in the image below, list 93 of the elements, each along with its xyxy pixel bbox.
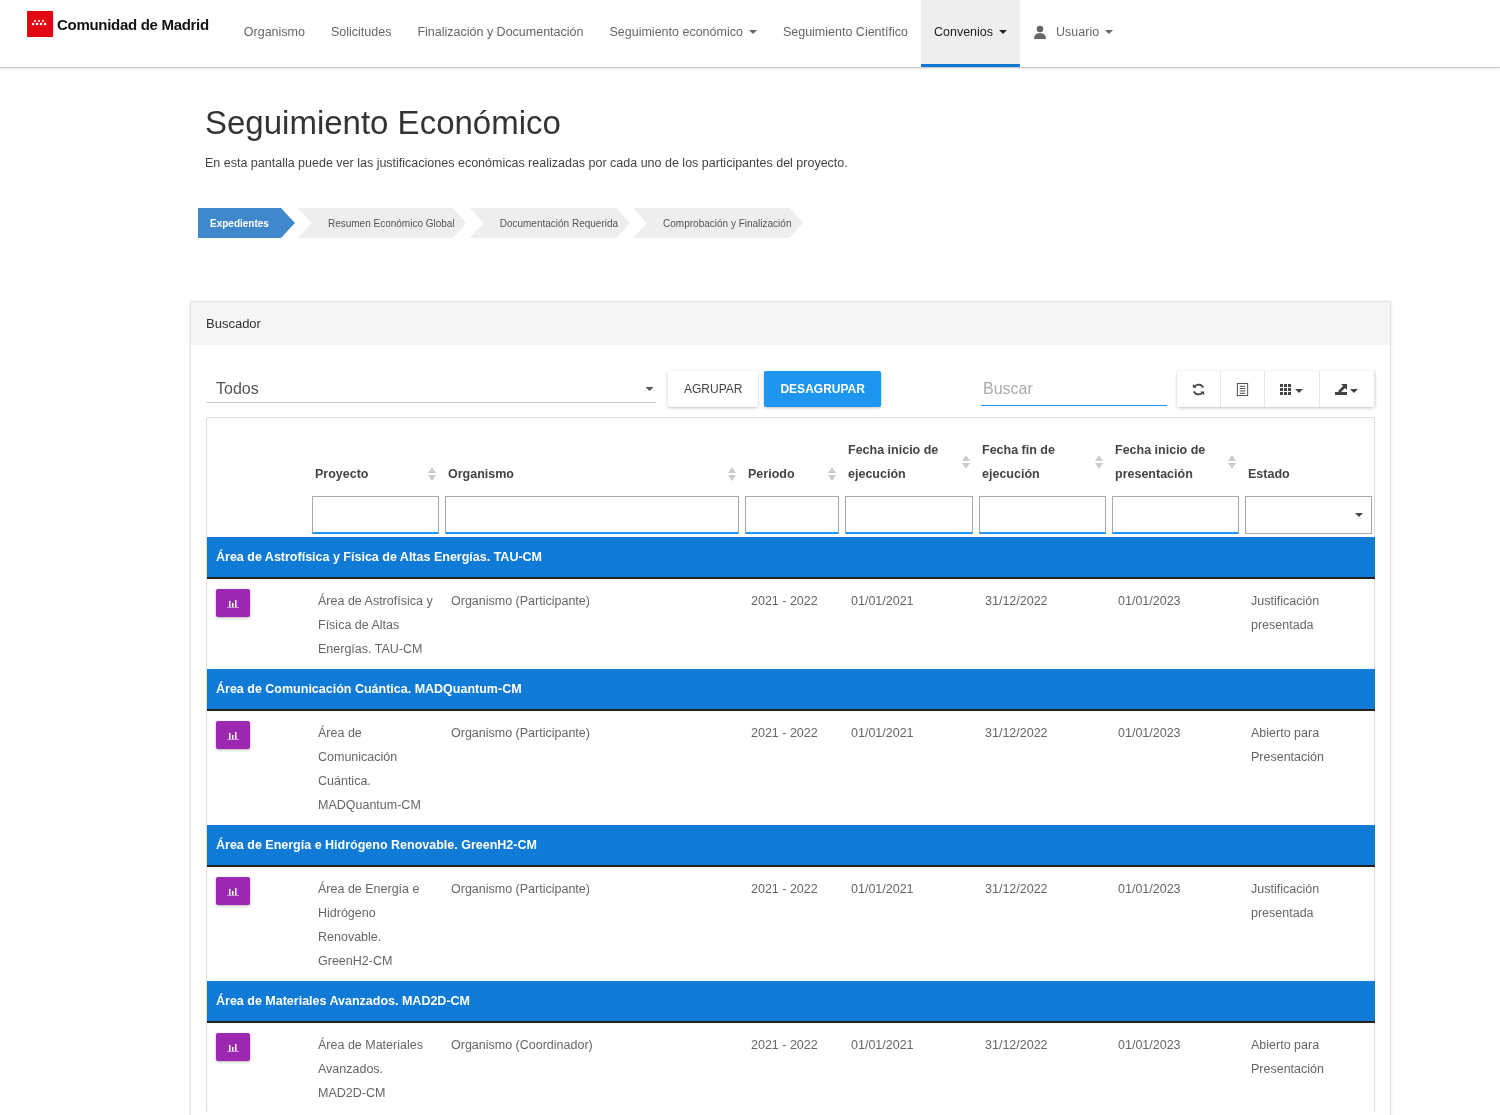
columns-button[interactable] (1265, 371, 1320, 407)
table-cell: 2021 - 2022 (751, 594, 818, 608)
group-title: Área de Astrofísica y Física de Altas Energías. TAU-CM (216, 550, 543, 564)
table-cell: 2021 - 2022 (751, 726, 818, 740)
column-header[interactable]: Fecha inicio de presentación (1115, 438, 1228, 486)
sort-icon[interactable] (962, 455, 970, 469)
column-header[interactable]: Periodo (748, 462, 795, 486)
group-header-row[interactable]: Área de Comunicación Cuántica. MADQuantum-CM (207, 669, 1375, 710)
group-header-row[interactable]: Área de Astrofísica y Física de Altas Energías. TAU-CM (207, 537, 1375, 578)
group-select[interactable]: Todos (206, 375, 656, 403)
sort-icon[interactable] (428, 467, 436, 481)
wizard-step[interactable]: Documentación Requerida (469, 208, 631, 238)
group-title: Área de Comunicación Cuántica. MADQuantum-CM (216, 682, 522, 696)
nav-item[interactable]: Solicitudes (317, 0, 405, 67)
table-cell: Área de Astrofísica y Física de Altas Energías. TAU-CM (318, 594, 433, 656)
sort-icon[interactable] (1095, 455, 1103, 469)
sort-icon[interactable] (828, 467, 836, 481)
filter-field[interactable] (745, 496, 839, 534)
table-cell: 2021 - 2022 (751, 1038, 818, 1052)
list-view-button[interactable] (1221, 371, 1265, 407)
table-cell: Abierto para Presentación (1251, 726, 1324, 764)
wizard-step[interactable]: Comprobación y Finalización (633, 208, 804, 238)
table-cell: 01/01/2023 (1118, 882, 1181, 896)
wizard-step[interactable]: Expedientes (198, 208, 295, 238)
table-cell: Organismo (Participante) (451, 882, 590, 896)
logo-text: Comunidad de Madrid (57, 15, 209, 33)
list-icon (1235, 381, 1250, 397)
filter-select[interactable] (1245, 496, 1372, 534)
nav-item[interactable]: Finalización y Documentación (404, 0, 597, 67)
table-cell: Área de Energía e Hidrógeno Renovable. GreenH2-CM (318, 882, 420, 968)
table-cell: Abierto para Presentación (1251, 1038, 1324, 1076)
filter-field[interactable] (1112, 496, 1239, 534)
group-button[interactable]: AGRUPAR (668, 371, 759, 407)
caret-icon (645, 386, 654, 391)
table-cell: 01/01/2023 (1118, 726, 1181, 740)
filter-field[interactable] (845, 496, 973, 534)
table-cell: 31/12/2022 (985, 726, 1048, 740)
nav-item[interactable]: Convenios (920, 0, 1021, 67)
panel-title: Buscador (206, 316, 261, 331)
export-button[interactable] (1320, 371, 1375, 407)
bar-chart-icon (227, 886, 239, 896)
column-header[interactable]: Proyecto (315, 462, 369, 486)
nav-item[interactable]: Seguimiento Científico (769, 0, 921, 67)
logo-icon (27, 11, 53, 37)
nav-item[interactable]: Usuario (1020, 0, 1127, 67)
caret-icon (1355, 513, 1363, 517)
export-icon (1334, 381, 1360, 397)
sort-icon[interactable] (1228, 455, 1236, 469)
table-cell: Organismo (Participante) (451, 726, 590, 740)
table-cell: 31/12/2022 (985, 594, 1048, 608)
table-cell: 31/12/2022 (985, 1038, 1048, 1052)
wizard-step[interactable]: Resumen Económico Global (297, 208, 467, 238)
chart-button[interactable] (216, 721, 250, 749)
table-cell: 01/01/2023 (1118, 594, 1181, 608)
table-cell: Organismo (Participante) (451, 594, 590, 608)
refresh-button[interactable] (1177, 371, 1221, 407)
filter-field[interactable] (445, 496, 739, 534)
table-cell: Justificación presentada (1251, 594, 1320, 632)
bar-chart-icon (227, 730, 239, 740)
group-header-row[interactable]: Área de Materiales Avanzados. MAD2D-CM (207, 981, 1375, 1022)
filter-field[interactable] (979, 496, 1106, 534)
group-title: Área de Materiales Avanzados. MAD2D-CM (216, 994, 470, 1008)
table-cell: Área de Materiales Avanzados. MAD2D-CM (318, 1038, 423, 1100)
nav-item[interactable]: Organismo (230, 0, 318, 67)
group-header-row[interactable]: Área de Energía e Hidrógeno Renovable. GreenH2-CM (207, 825, 1375, 866)
filter-field[interactable] (312, 496, 439, 534)
table-cell: Área de Comunicación Cuántica. MADQuantum-CM (318, 726, 421, 812)
user-icon (1033, 25, 1048, 39)
chart-button[interactable] (216, 877, 250, 905)
chart-button[interactable] (216, 1033, 250, 1061)
table-cell: 2021 - 2022 (751, 882, 818, 896)
table-cell: Organismo (Coordinador) (451, 1038, 593, 1052)
bar-chart-icon (227, 1042, 239, 1052)
table-cell: 31/12/2022 (985, 882, 1048, 896)
table-cell: 01/01/2021 (851, 882, 914, 896)
table-cell: 01/01/2023 (1118, 1038, 1181, 1052)
nav-item[interactable]: Seguimiento económico (596, 0, 770, 67)
grid-icon (1279, 381, 1305, 397)
sort-icon[interactable] (728, 467, 736, 481)
bar-chart-icon (227, 598, 239, 608)
column-header[interactable]: Organismo (448, 462, 514, 486)
column-header[interactable]: Fecha fin de ejecución (982, 438, 1095, 486)
page-description: En esta pantalla puede ver las justificaciones económicas realizadas por cada uno de los participantes del proyecto. (205, 156, 849, 170)
refresh-icon (1191, 381, 1206, 397)
column-header[interactable]: Fecha inicio de ejecución (848, 438, 962, 486)
table-cell: 01/01/2021 (851, 726, 914, 740)
column-header[interactable]: Estado (1248, 462, 1290, 486)
group-title: Área de Energía e Hidrógeno Renovable. GreenH2-CM (216, 838, 537, 852)
chart-button[interactable] (216, 589, 250, 617)
page-title: Seguimiento Económico (205, 104, 562, 142)
table-cell: Justificación presentada (1251, 882, 1320, 920)
table-cell: 01/01/2021 (851, 1038, 914, 1052)
table-cell: 01/01/2021 (851, 594, 914, 608)
